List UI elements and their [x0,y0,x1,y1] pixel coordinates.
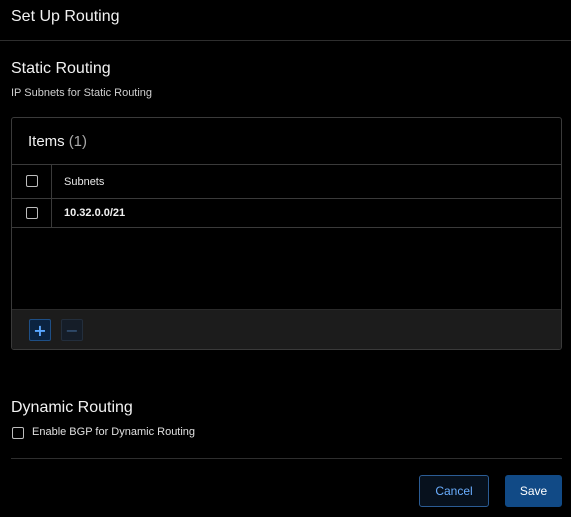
items-count: (1) [68,133,88,150]
select-all-checkbox[interactable] [26,175,38,187]
table-header-row: Subnets [12,165,561,199]
add-subnet-button[interactable]: + [29,319,51,341]
plus-icon: + [33,320,47,340]
remove-subnet-button[interactable]: − [61,319,83,341]
table-toolbar: + − [12,309,561,349]
dialog-title: Set Up Routing [11,8,120,25]
column-header-subnets[interactable]: Subnets [64,176,104,188]
row-checkbox[interactable] [26,207,38,219]
items-title: Items (1) [28,133,87,150]
enable-bgp-label[interactable]: Enable BGP for Dynamic Routing [32,426,195,438]
dialog-header: Set Up Routing [0,0,571,41]
row-select-cell [12,199,52,227]
select-all-cell [12,165,52,198]
enable-bgp-checkbox[interactable] [12,427,24,439]
save-button[interactable]: Save [505,475,562,507]
subnet-cell[interactable]: 10.32.0.0/21 [64,207,125,219]
cancel-button[interactable]: Cancel [419,475,489,507]
static-routing-subtitle: IP Subnets for Static Routing [11,87,153,99]
items-header: Items (1) [12,118,561,165]
dynamic-routing-title: Dynamic Routing [11,399,133,416]
subnets-table-panel: Items (1) Subnets 10.32.0.0/21 + − [11,117,562,350]
static-routing-title: Static Routing [11,60,111,77]
items-label: Items [28,133,65,150]
footer-divider [11,458,562,459]
table-row[interactable]: 10.32.0.0/21 [12,199,561,228]
minus-icon: − [65,320,79,340]
